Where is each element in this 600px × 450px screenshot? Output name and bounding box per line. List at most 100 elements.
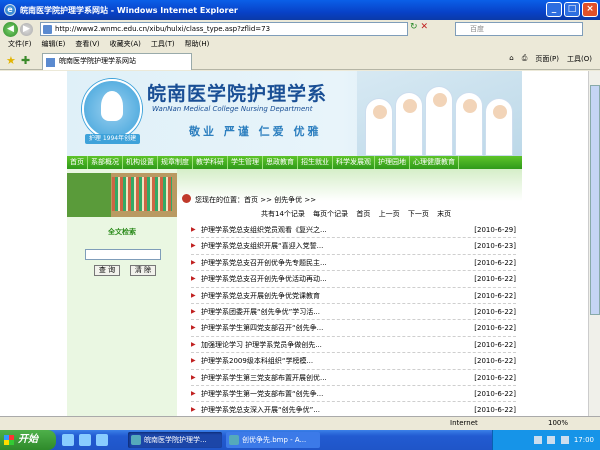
arrow-icon: ▶ xyxy=(191,258,196,266)
menu-favorites[interactable]: 收藏夹(A) xyxy=(110,38,141,51)
search-button[interactable]: 查 询 xyxy=(94,265,120,276)
quick-launch xyxy=(62,434,108,446)
ie-icon: e xyxy=(4,4,16,16)
nav-science[interactable]: 科学发展观 xyxy=(333,156,375,169)
menu-view[interactable]: 查看(V) xyxy=(75,38,99,51)
title-bar[interactable]: e 皖南医学院护理学系网站 - Windows Internet Explore… xyxy=(0,0,600,20)
nav-students[interactable]: 学生管理 xyxy=(228,156,263,169)
start-button[interactable]: 开始 xyxy=(0,430,56,450)
nurses-photo xyxy=(357,71,522,156)
list-item[interactable]: ▶ 护理学系学生第三党支部布置开展创优... [2010-6-22] xyxy=(191,370,516,386)
nav-home[interactable]: 首页 xyxy=(67,156,88,169)
tab-current[interactable]: 皖南医学院护理学系网站 xyxy=(42,53,192,70)
site-title: 皖南医学院护理学系 xyxy=(147,83,328,105)
volume-icon[interactable] xyxy=(547,436,556,444)
site-logo xyxy=(82,79,142,139)
address-input[interactable]: http://www2.wnmc.edu.cn/xibu/hulxi/class… xyxy=(40,22,408,36)
nav-overview[interactable]: 系部概况 xyxy=(88,156,123,169)
logo-tag: 护理 1994年创建 xyxy=(85,134,140,144)
nav-mental-health[interactable]: 心理健康教育 xyxy=(410,156,459,169)
security-zone: Internet xyxy=(450,419,478,427)
site-title-en: WanNan Medical College Nursing Departmen… xyxy=(152,105,313,113)
taskbar-item-paint[interactable]: 创优争先.bmp - A... xyxy=(226,432,320,448)
pager-prev[interactable]: 上一页 xyxy=(379,210,400,218)
scrollbar-thumb[interactable] xyxy=(590,85,600,315)
breadcrumb: 您现在的位置：首页 >> 创先争优 >> xyxy=(182,194,316,205)
arrow-icon: ▶ xyxy=(191,324,196,332)
tab-row: ★ ✚ 皖南医学院护理学系网站 ⌂ ⎙ 页面(P) 工具(O) xyxy=(0,51,600,70)
list-item[interactable]: ▶ 护理学系团委开展“创先争优”学习活... [2010-6-22] xyxy=(191,304,516,321)
list-item[interactable]: ▶ 护理学系党总支组织开展“喜迎入党誓... [2010-6-23] xyxy=(191,238,516,255)
fulltext-search-title: 全文检索 xyxy=(108,228,136,236)
home-icon[interactable]: ⌂ xyxy=(509,54,513,64)
list-item[interactable]: ▶ 护理学系学生第一党支部布置“创先争... [2010-6-22] xyxy=(191,386,516,403)
pager-first[interactable]: 首页 xyxy=(356,210,370,218)
left-column: 全文检索 查 询 清 除 xyxy=(67,169,177,416)
arrow-icon: ▶ xyxy=(191,406,196,414)
fulltext-search-input[interactable] xyxy=(85,249,161,260)
zoom-level[interactable]: 100% xyxy=(548,417,568,430)
add-favorite-icon[interactable]: ✚ xyxy=(21,54,30,67)
security-icon[interactable] xyxy=(560,436,569,444)
tools-menu[interactable]: 工具(O) xyxy=(567,54,592,64)
desktop-launch-icon[interactable] xyxy=(79,434,91,446)
address-row: ◀ ▶ http://www2.wnmc.edu.cn/xibu/hulxi/c… xyxy=(0,20,600,38)
bullet-icon xyxy=(182,194,191,203)
pager: 共有14个记录 每页个记录 首页 上一页 下一页 末页 xyxy=(261,209,457,219)
list-item[interactable]: ▶ 护理学系党总支深入开展“创先争优”... [2010-6-22] xyxy=(191,402,516,416)
search-input[interactable]: 百度 xyxy=(455,22,583,36)
menu-tools[interactable]: 工具(T) xyxy=(151,38,175,51)
maximize-button[interactable]: □ xyxy=(564,2,580,17)
list-item[interactable]: ▶ 护理学系党总支组织党员观看《复兴之... [2010-6-29] xyxy=(191,222,516,239)
nav-nursing-garden[interactable]: 护理园地 xyxy=(375,156,410,169)
list-item[interactable]: ▶ 护理学系党总支召开创先争优活动再动... [2010-6-22] xyxy=(191,271,516,288)
list-item[interactable]: ▶ 护理学系党总支开展创先争优党课教育 [2010-6-22] xyxy=(191,288,516,304)
menu-file[interactable]: 文件(F) xyxy=(8,38,32,51)
nav-organization[interactable]: 机构设置 xyxy=(123,156,158,169)
stop-icon[interactable]: ✕ xyxy=(421,22,429,32)
vertical-scrollbar[interactable] xyxy=(588,71,600,416)
arrow-icon: ▶ xyxy=(191,242,196,250)
page-icon xyxy=(46,58,55,67)
list-item[interactable]: ▶ 护理学系学生第四党支部召开“创先争... [2010-6-22] xyxy=(191,320,516,337)
media-launch-icon[interactable] xyxy=(96,434,108,446)
site-nav: 首页 系部概况 机构设置 规章制度 教学科研 学生管理 思政教育 招生就业 科学… xyxy=(67,156,522,169)
pager-total: 共有14个记录 xyxy=(261,210,305,218)
list-item[interactable]: ▶ 护理学系2009级本科组织“学榜模... [2010-6-22] xyxy=(191,353,516,370)
nav-teaching[interactable]: 教学科研 xyxy=(193,156,228,169)
list-item[interactable]: ▶ 加强理论学习 护理学系党员争做创先... [2010-6-22] xyxy=(191,337,516,354)
site-motto: 敬业 严谨 仁爱 优雅 xyxy=(189,125,322,138)
menu-edit[interactable]: 编辑(E) xyxy=(42,38,66,51)
back-button[interactable]: ◀ xyxy=(3,21,18,37)
pager-last[interactable]: 末页 xyxy=(437,210,451,218)
system-tray: 17:00 xyxy=(492,430,600,450)
ie-launch-icon[interactable] xyxy=(62,434,74,446)
site: 护理 1994年创建 皖南医学院护理学系 WanNan Medical Coll… xyxy=(67,71,522,416)
taskbar-item-ie[interactable]: 皖南医学院护理学... xyxy=(128,432,222,448)
forward-button[interactable]: ▶ xyxy=(20,22,33,36)
arrow-icon: ▶ xyxy=(191,357,196,365)
menu-bar: 文件(F) 编辑(E) 查看(V) 收藏夹(A) 工具(T) 帮助(H) xyxy=(0,38,600,51)
favorites-star-icon[interactable]: ★ xyxy=(6,54,16,67)
menu-help[interactable]: 帮助(H) xyxy=(185,38,210,51)
window-title: 皖南医学院护理学系网站 - Windows Internet Explorer xyxy=(20,5,238,15)
news-list: ▶ 护理学系党总支组织党员观看《复兴之... [2010-6-29] ▶ 护理学系党总… xyxy=(191,222,516,416)
nav-admission[interactable]: 招生就业 xyxy=(298,156,333,169)
taskbar: 开始 皖南医学院护理学... 创优争先.bmp - A... 17:00 xyxy=(0,430,600,450)
clear-button[interactable]: 清 除 xyxy=(130,265,156,276)
pager-per-page: 每页个记录 xyxy=(313,210,349,218)
nav-politics[interactable]: 思政教育 xyxy=(263,156,298,169)
close-button[interactable]: × xyxy=(582,2,598,17)
list-item[interactable]: ▶ 护理学系党总支召开创优争先专题民主... [2010-6-22] xyxy=(191,255,516,272)
pager-next[interactable]: 下一页 xyxy=(408,210,429,218)
status-bar: Internet 100% xyxy=(0,416,600,430)
arrow-icon: ▶ xyxy=(191,226,196,233)
arrow-icon: ▶ xyxy=(191,275,196,283)
minimize-button[interactable]: _ xyxy=(546,2,562,17)
page-menu[interactable]: 页面(P) xyxy=(535,54,559,64)
nav-regulations[interactable]: 规章制度 xyxy=(158,156,193,169)
refresh-icon[interactable]: ↻ xyxy=(410,22,418,32)
print-icon[interactable]: ⎙ xyxy=(522,54,528,64)
arrow-icon: ▶ xyxy=(191,373,196,381)
network-icon[interactable] xyxy=(534,436,543,444)
